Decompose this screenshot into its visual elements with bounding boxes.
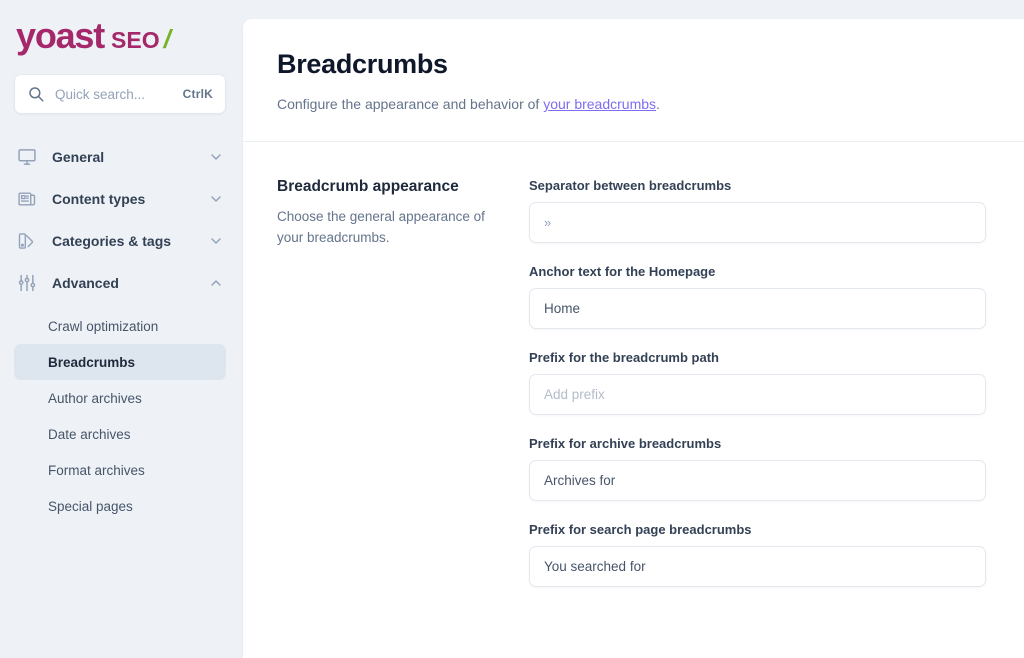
monitor-icon bbox=[16, 146, 38, 168]
section-info: Breadcrumb appearance Choose the general… bbox=[277, 178, 529, 608]
section-title: Breadcrumb appearance bbox=[277, 178, 459, 195]
search-placeholder: Quick search... bbox=[55, 86, 146, 102]
sidebar-sublabel-breadcrumbs: Breadcrumbs bbox=[48, 354, 136, 370]
logo-yoast-text: yoast bbox=[16, 15, 105, 56]
page-title: Breadcrumbs bbox=[277, 49, 448, 79]
field-archive-prefix: Prefix for archive breadcrumbs bbox=[529, 436, 990, 501]
sidebar-item-breadcrumbs[interactable]: Breadcrumbs bbox=[14, 344, 226, 380]
section-description: Choose the general appearance of your br… bbox=[277, 209, 485, 245]
quick-search-box[interactable]: Quick search... CtrlK bbox=[14, 74, 226, 114]
newspaper-icon bbox=[16, 188, 38, 210]
label-separator: Separator between breadcrumbs bbox=[529, 178, 732, 193]
sidebar-label-content-types: Content types bbox=[52, 191, 146, 207]
breadcrumbs-docs-link[interactable]: your breadcrumbs bbox=[543, 96, 656, 112]
advanced-subnav: Crawl optimization Breadcrumbs Author ar… bbox=[0, 308, 240, 524]
field-separator: Separator between breadcrumbs bbox=[529, 178, 990, 243]
sidebar-item-author-archives[interactable]: Author archives bbox=[14, 380, 226, 416]
chevron-down-icon[interactable] bbox=[208, 149, 224, 165]
settings-fields: Separator between breadcrumbs Anchor tex… bbox=[529, 178, 990, 608]
input-archive-prefix[interactable] bbox=[529, 460, 986, 501]
input-separator[interactable] bbox=[529, 202, 986, 243]
sidebar-item-advanced[interactable]: Advanced bbox=[0, 262, 240, 304]
sidebar-nav: General Content types Categories & tags … bbox=[0, 136, 240, 524]
sidebar-item-crawl-optimization[interactable]: Crawl optimization bbox=[14, 308, 226, 344]
settings-card: Breadcrumbs Configure the appearance and… bbox=[243, 19, 1024, 658]
sidebar-item-content-types[interactable]: Content types bbox=[0, 178, 240, 220]
main-content: Breadcrumbs Configure the appearance and… bbox=[240, 0, 1024, 658]
sidebar-item-categories-tags[interactable]: Categories & tags bbox=[0, 220, 240, 262]
swatch-icon bbox=[16, 230, 38, 252]
sidebar-sublabel-date-archives: Date archives bbox=[48, 426, 131, 442]
sidebar: yoast SEO / Quick search... CtrlK Genera… bbox=[0, 0, 240, 658]
search-icon bbox=[27, 85, 45, 103]
page-description: Configure the appearance and behavior of… bbox=[277, 94, 990, 115]
chevron-down-icon[interactable] bbox=[208, 233, 224, 249]
input-homepage-anchor[interactable] bbox=[529, 288, 986, 329]
logo-slash-icon: / bbox=[163, 24, 171, 54]
page-description-text: Configure the appearance and behavior of bbox=[277, 96, 544, 112]
sidebar-label-categories-tags: Categories & tags bbox=[52, 233, 172, 249]
sidebar-item-special-pages[interactable]: Special pages bbox=[14, 488, 226, 524]
field-breadcrumb-prefix: Prefix for the breadcrumb path bbox=[529, 350, 990, 415]
yoast-logo[interactable]: yoast SEO / bbox=[0, 0, 240, 62]
sidebar-sublabel-crawl-optimization: Crawl optimization bbox=[48, 318, 159, 334]
label-search-prefix: Prefix for search page breadcrumbs bbox=[529, 522, 752, 537]
sidebar-sublabel-author-archives: Author archives bbox=[48, 390, 142, 406]
page-description-period: . bbox=[656, 96, 660, 112]
sidebar-label-advanced: Advanced bbox=[52, 275, 119, 291]
search-shortcut-hint: CtrlK bbox=[182, 87, 213, 101]
page-header: Breadcrumbs Configure the appearance and… bbox=[243, 19, 1024, 141]
sidebar-sublabel-special-pages: Special pages bbox=[48, 498, 133, 514]
chevron-down-icon[interactable] bbox=[208, 191, 224, 207]
sidebar-label-general: General bbox=[52, 149, 105, 165]
label-homepage-anchor: Anchor text for the Homepage bbox=[529, 264, 716, 279]
input-breadcrumb-prefix[interactable] bbox=[529, 374, 986, 415]
label-breadcrumb-prefix: Prefix for the breadcrumb path bbox=[529, 350, 719, 365]
sidebar-item-format-archives[interactable]: Format archives bbox=[14, 452, 226, 488]
field-search-prefix: Prefix for search page breadcrumbs bbox=[529, 522, 990, 587]
sidebar-sublabel-format-archives: Format archives bbox=[48, 462, 145, 478]
chevron-up-icon[interactable] bbox=[208, 275, 224, 291]
field-homepage-anchor: Anchor text for the Homepage bbox=[529, 264, 990, 329]
sliders-icon bbox=[16, 272, 38, 294]
logo-seo-text: SEO bbox=[111, 27, 160, 53]
label-archive-prefix: Prefix for archive breadcrumbs bbox=[529, 436, 722, 451]
sidebar-item-date-archives[interactable]: Date archives bbox=[14, 416, 226, 452]
settings-section: Breadcrumb appearance Choose the general… bbox=[243, 142, 1024, 608]
app-root: yoast SEO / Quick search... CtrlK Genera… bbox=[0, 0, 1024, 658]
sidebar-item-general[interactable]: General bbox=[0, 136, 240, 178]
input-search-prefix[interactable] bbox=[529, 546, 986, 587]
